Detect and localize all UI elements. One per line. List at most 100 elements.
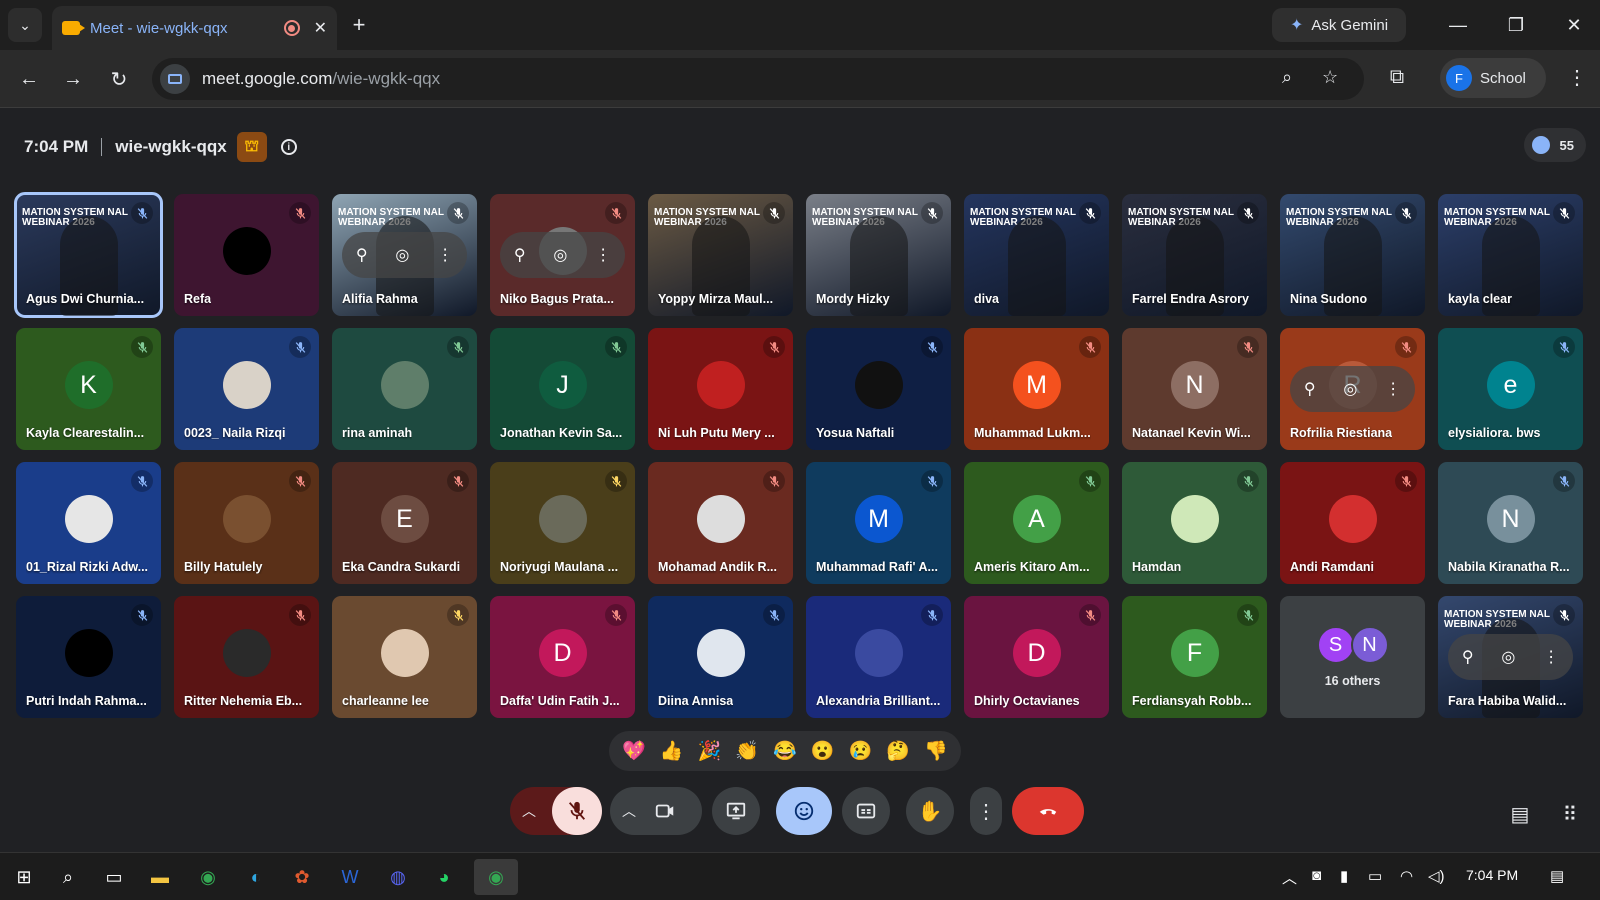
address-bar[interactable]: meet.google.com /wie-wgkk-qqx ⌕ ☆ — [152, 58, 1364, 100]
profile-button[interactable]: F School — [1440, 58, 1546, 98]
discord-icon[interactable]: ◍ — [380, 859, 416, 895]
participant-tile[interactable]: MATION SYSTEM NAL WEBINAR 2026 kayla clea… — [1438, 194, 1583, 316]
participant-tile[interactable]: N Natanael Kevin Wi... — [1122, 328, 1267, 450]
participant-tile[interactable]: Alexandria Brilliant... — [806, 596, 951, 718]
pin-icon[interactable]: ⚲ — [1304, 379, 1316, 399]
reaction-emoji[interactable]: 😂 — [773, 739, 797, 763]
taskbar-clock[interactable]: 7:04 PM — [1466, 867, 1518, 883]
more-options-button[interactable]: ⋮ — [970, 787, 1002, 835]
participant-tile[interactable]: e elysialiora. bws — [1438, 328, 1583, 450]
close-window-icon[interactable]: ✕ — [1554, 8, 1594, 42]
windows-start-icon[interactable]: ⊞ — [6, 859, 42, 895]
participant-tile[interactable]: MATION SYSTEM NAL WEBINAR 2026 Agus Dwi C… — [14, 192, 163, 318]
browser-menu-icon[interactable]: ⋮ — [1562, 62, 1592, 92]
pin-icon[interactable]: ⚲ — [514, 245, 526, 265]
reaction-emoji[interactable]: 💖 — [622, 739, 646, 763]
participant-tile[interactable]: MATION SYSTEM NAL WEBINAR 2026 diva — [964, 194, 1109, 316]
participant-tile[interactable]: charleanne lee — [332, 596, 477, 718]
participant-tile[interactable]: A Ameris Kitaro Am... — [964, 462, 1109, 584]
participant-tile[interactable]: Ritter Nehemia Eb... — [174, 596, 319, 718]
chrome-active-icon[interactable]: ◉ — [474, 859, 518, 895]
restore-window-icon[interactable]: ❐ — [1496, 8, 1536, 42]
leave-call-button[interactable] — [1012, 787, 1084, 835]
participant-tile[interactable]: MATION SYSTEM NAL WEBINAR 2026 Mordy Hizk… — [806, 194, 951, 316]
host-controls-icon[interactable]: ⛫ — [236, 132, 267, 162]
bookmark-star-icon[interactable]: ☆ — [1322, 67, 1338, 88]
tray-chevron-icon[interactable]: ︿ — [1282, 867, 1297, 888]
raise-hand-button[interactable]: ✋ — [906, 787, 954, 835]
present-screen-button[interactable] — [712, 787, 760, 835]
tile-center-icon[interactable]: ◎ — [395, 245, 409, 265]
participant-tile[interactable]: ⚲ ◎ ⋮ Niko Bagus Prata... — [490, 194, 635, 316]
participant-tile[interactable]: Putri Indah Rahma... — [16, 596, 161, 718]
zoom-icon[interactable]: ⌕ — [1282, 67, 1292, 88]
tile-center-icon[interactable]: ◎ — [1501, 647, 1515, 667]
participant-tile[interactable]: Mohamad Andik R... — [648, 462, 793, 584]
emoji-reaction-button[interactable] — [776, 787, 832, 835]
site-info-icon[interactable] — [160, 64, 190, 94]
tile-more-icon[interactable]: ⋮ — [1385, 379, 1401, 399]
new-tab-button[interactable]: + — [344, 10, 374, 40]
reaction-emoji[interactable]: 🎉 — [698, 739, 722, 763]
reaction-emoji[interactable]: 👍 — [660, 739, 684, 763]
tile-hover-controls[interactable]: ⚲ ◎ ⋮ — [1290, 366, 1415, 412]
search-icon[interactable]: ⌕ — [50, 859, 86, 895]
volume-icon[interactable]: ◁) — [1428, 867, 1445, 885]
tile-hover-controls[interactable]: ⚲ ◎ ⋮ — [1448, 634, 1573, 680]
participant-tile[interactable]: M Muhammad Rafi' A... — [806, 462, 951, 584]
chat-icon[interactable]: ▤ — [1506, 800, 1534, 828]
participant-tile[interactable]: 0023_ Naila Rizqi — [174, 328, 319, 450]
close-tab-icon[interactable]: ✕ — [314, 18, 327, 38]
extensions-icon[interactable]: ⧉ — [1382, 62, 1412, 92]
participant-tile[interactable]: Noriyugi Maulana ... — [490, 462, 635, 584]
participant-tile[interactable]: MATION SYSTEM NAL WEBINAR 2026 ⚲ ◎ ⋮ Alif… — [332, 194, 477, 316]
participant-tile[interactable]: Yosua Naftali — [806, 328, 951, 450]
pin-icon[interactable]: ⚲ — [356, 245, 368, 265]
activities-grid-icon[interactable]: ⠿ — [1556, 800, 1584, 828]
file-explorer-icon[interactable]: ▬ — [142, 859, 178, 895]
chrome-icon[interactable]: ◉ — [190, 859, 226, 895]
participant-tile[interactable]: Andi Ramdani — [1280, 462, 1425, 584]
participant-tile[interactable]: J Jonathan Kevin Sa... — [490, 328, 635, 450]
pin-icon[interactable]: ⚲ — [1462, 647, 1474, 667]
participant-tile[interactable]: MATION SYSTEM NAL WEBINAR 2026 Farrel End… — [1122, 194, 1267, 316]
participant-tile[interactable]: K Kayla Clearestalin... — [16, 328, 161, 450]
participant-tile[interactable]: F Ferdiansyah Robb... — [1122, 596, 1267, 718]
reload-icon[interactable]: ↻ — [102, 62, 136, 96]
tile-hover-controls[interactable]: ⚲ ◎ ⋮ — [500, 232, 625, 278]
battery-icon[interactable]: ▭ — [1368, 867, 1382, 885]
microphone-off-button[interactable] — [552, 787, 602, 835]
participant-tile[interactable]: Diina Annisa — [648, 596, 793, 718]
ask-gemini-button[interactable]: ✦ Ask Gemini — [1272, 8, 1406, 42]
forward-arrow-icon[interactable]: → — [56, 62, 90, 96]
reaction-emoji[interactable]: 👏 — [735, 739, 759, 763]
tile-hover-controls[interactable]: ⚲ ◎ ⋮ — [342, 232, 467, 278]
participant-tile[interactable]: MATION SYSTEM NAL WEBINAR 2026 ⚲ ◎ ⋮ Fara… — [1438, 596, 1583, 718]
participant-tile[interactable]: N Nabila Kiranatha R... — [1438, 462, 1583, 584]
participants-button[interactable]: 55 — [1524, 128, 1586, 162]
minimize-window-icon[interactable]: — — [1438, 8, 1478, 42]
reaction-emoji[interactable]: 😢 — [849, 739, 873, 763]
participant-tile[interactable]: D Dhirly Octavianes — [964, 596, 1109, 718]
reaction-emoji[interactable]: 🤔 — [886, 739, 910, 763]
tab-search-button[interactable]: ⌄ — [8, 8, 42, 42]
captions-button[interactable] — [842, 787, 890, 835]
participant-tile[interactable]: M Muhammad Lukm... — [964, 328, 1109, 450]
reaction-emoji[interactable]: 👎 — [924, 739, 948, 763]
meeting-details-icon[interactable]: i — [280, 139, 297, 155]
word-icon[interactable]: W — [332, 859, 368, 895]
task-view-icon[interactable]: ▭ — [96, 859, 132, 895]
participant-tile[interactable]: E Eka Candra Sukardi — [332, 462, 477, 584]
participant-tile[interactable]: Billy Hatulely — [174, 462, 319, 584]
participant-tile[interactable]: rina aminah — [332, 328, 477, 450]
tile-more-icon[interactable]: ⋮ — [1543, 647, 1559, 667]
participant-tile[interactable]: MATION SYSTEM NAL WEBINAR 2026 Yoppy Mirz… — [648, 194, 793, 316]
participant-tile[interactable]: Refa — [174, 194, 319, 316]
participant-tile[interactable]: R ⚲ ◎ ⋮Rofrilia Riestiana — [1280, 328, 1425, 450]
participant-tile[interactable]: Ni Luh Putu Mery ... — [648, 328, 793, 450]
tile-center-icon[interactable]: ◎ — [1343, 379, 1357, 399]
wifi-icon[interactable]: ◠ — [1400, 867, 1413, 885]
participant-tile[interactable]: Hamdan — [1122, 462, 1267, 584]
whatsapp-icon[interactable]: ◕ — [426, 859, 462, 895]
participant-tile[interactable]: S N 16 others — [1280, 596, 1425, 718]
